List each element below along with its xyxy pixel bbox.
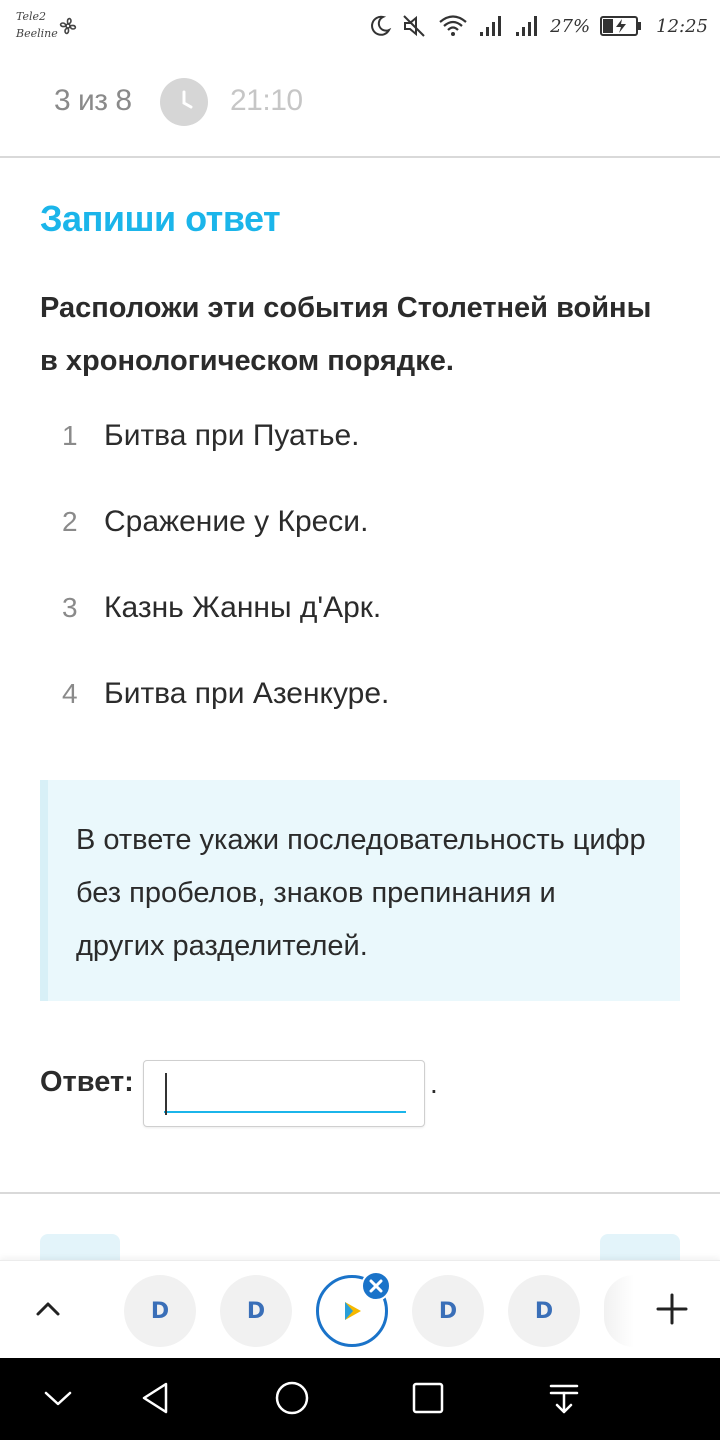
back-icon[interactable] — [138, 1380, 174, 1416]
answer-hint: В ответе укажи последовательность цифр б… — [40, 780, 680, 1001]
item-number: 3 — [62, 592, 78, 623]
wifi-icon — [439, 15, 467, 36]
plus-icon[interactable] — [652, 1289, 692, 1329]
carrier-1: Tele2 — [16, 10, 47, 23]
item-number: 4 — [62, 678, 78, 709]
home-icon[interactable] — [274, 1380, 310, 1416]
item-number: 1 — [62, 420, 78, 451]
battery-charging-icon — [600, 16, 642, 36]
mute-icon — [403, 15, 425, 37]
signal-icon — [480, 16, 502, 36]
tab-glyph: D — [438, 1298, 458, 1324]
carrier-names: Tele2 Beeline — [16, 8, 58, 42]
system-nav-bar — [0, 1358, 720, 1440]
item-text: Сражение у Креси. — [104, 505, 369, 538]
close-icon — [369, 1279, 383, 1293]
status-icons: 27% 12:25 — [368, 11, 708, 41]
list-item: 1 Битва при Пуатье. — [62, 418, 662, 504]
moon-icon — [371, 15, 392, 36]
app-tab-icon[interactable]: D — [220, 1275, 292, 1347]
status-bar: Tele2 Beeline 27% 12:25 — [0, 0, 720, 52]
timer: 21:10 — [230, 84, 303, 117]
app-tab-icon[interactable]: D — [412, 1275, 484, 1347]
test-header: 3 из 8 21:10 — [0, 52, 720, 158]
clock: 12:25 — [656, 15, 708, 37]
item-text: Битва при Пуатье. — [104, 419, 360, 452]
battery-percent: 27% — [550, 15, 591, 37]
app-tab-icon[interactable]: D — [508, 1275, 580, 1347]
chevron-up-icon[interactable] — [30, 1291, 66, 1327]
list-item: 2 Сражение у Креси. — [62, 504, 662, 590]
chevron-down-icon[interactable] — [40, 1380, 76, 1416]
play-icon — [345, 1302, 361, 1320]
close-tab-button[interactable] — [361, 1271, 391, 1301]
answer-box[interactable] — [143, 1060, 425, 1127]
question-progress: 3 из 8 — [54, 84, 132, 117]
tab-glyph: D — [246, 1298, 266, 1324]
list-item: 3 Казнь Жанны д'Арк. — [62, 590, 662, 676]
answer-label: Ответ: — [40, 1066, 134, 1098]
question-text: Расположи эти события Столетней войны в … — [40, 292, 652, 377]
notification-pull-icon[interactable] — [546, 1380, 582, 1416]
text-caret — [165, 1073, 167, 1115]
app-tab-partial[interactable] — [604, 1275, 634, 1347]
tab-glyph: D — [150, 1298, 170, 1324]
item-text: Казнь Жанны д'Арк. — [104, 591, 382, 624]
app-tab-icon[interactable]: D — [124, 1275, 196, 1347]
list-item: 4 Битва при Азенкуре. — [62, 676, 662, 762]
tab-glyph: D — [534, 1298, 554, 1324]
signal-icon — [516, 16, 538, 36]
fan-icon — [59, 17, 77, 35]
task-type-title: Запиши ответ — [40, 198, 281, 239]
answer-suffix: . — [430, 1068, 438, 1099]
recents-icon[interactable] — [410, 1380, 446, 1416]
item-number: 2 — [62, 506, 78, 537]
tab-dock: D D D D — [0, 1260, 720, 1358]
event-list: 1 Битва при Пуатье. 2 Сражение у Креси. … — [62, 418, 662, 762]
divider — [0, 1192, 720, 1194]
clock-icon — [160, 78, 208, 126]
item-text: Битва при Азенкуре. — [104, 677, 390, 710]
carrier-2: Beeline — [16, 27, 58, 40]
answer-input[interactable] — [164, 1075, 406, 1113]
